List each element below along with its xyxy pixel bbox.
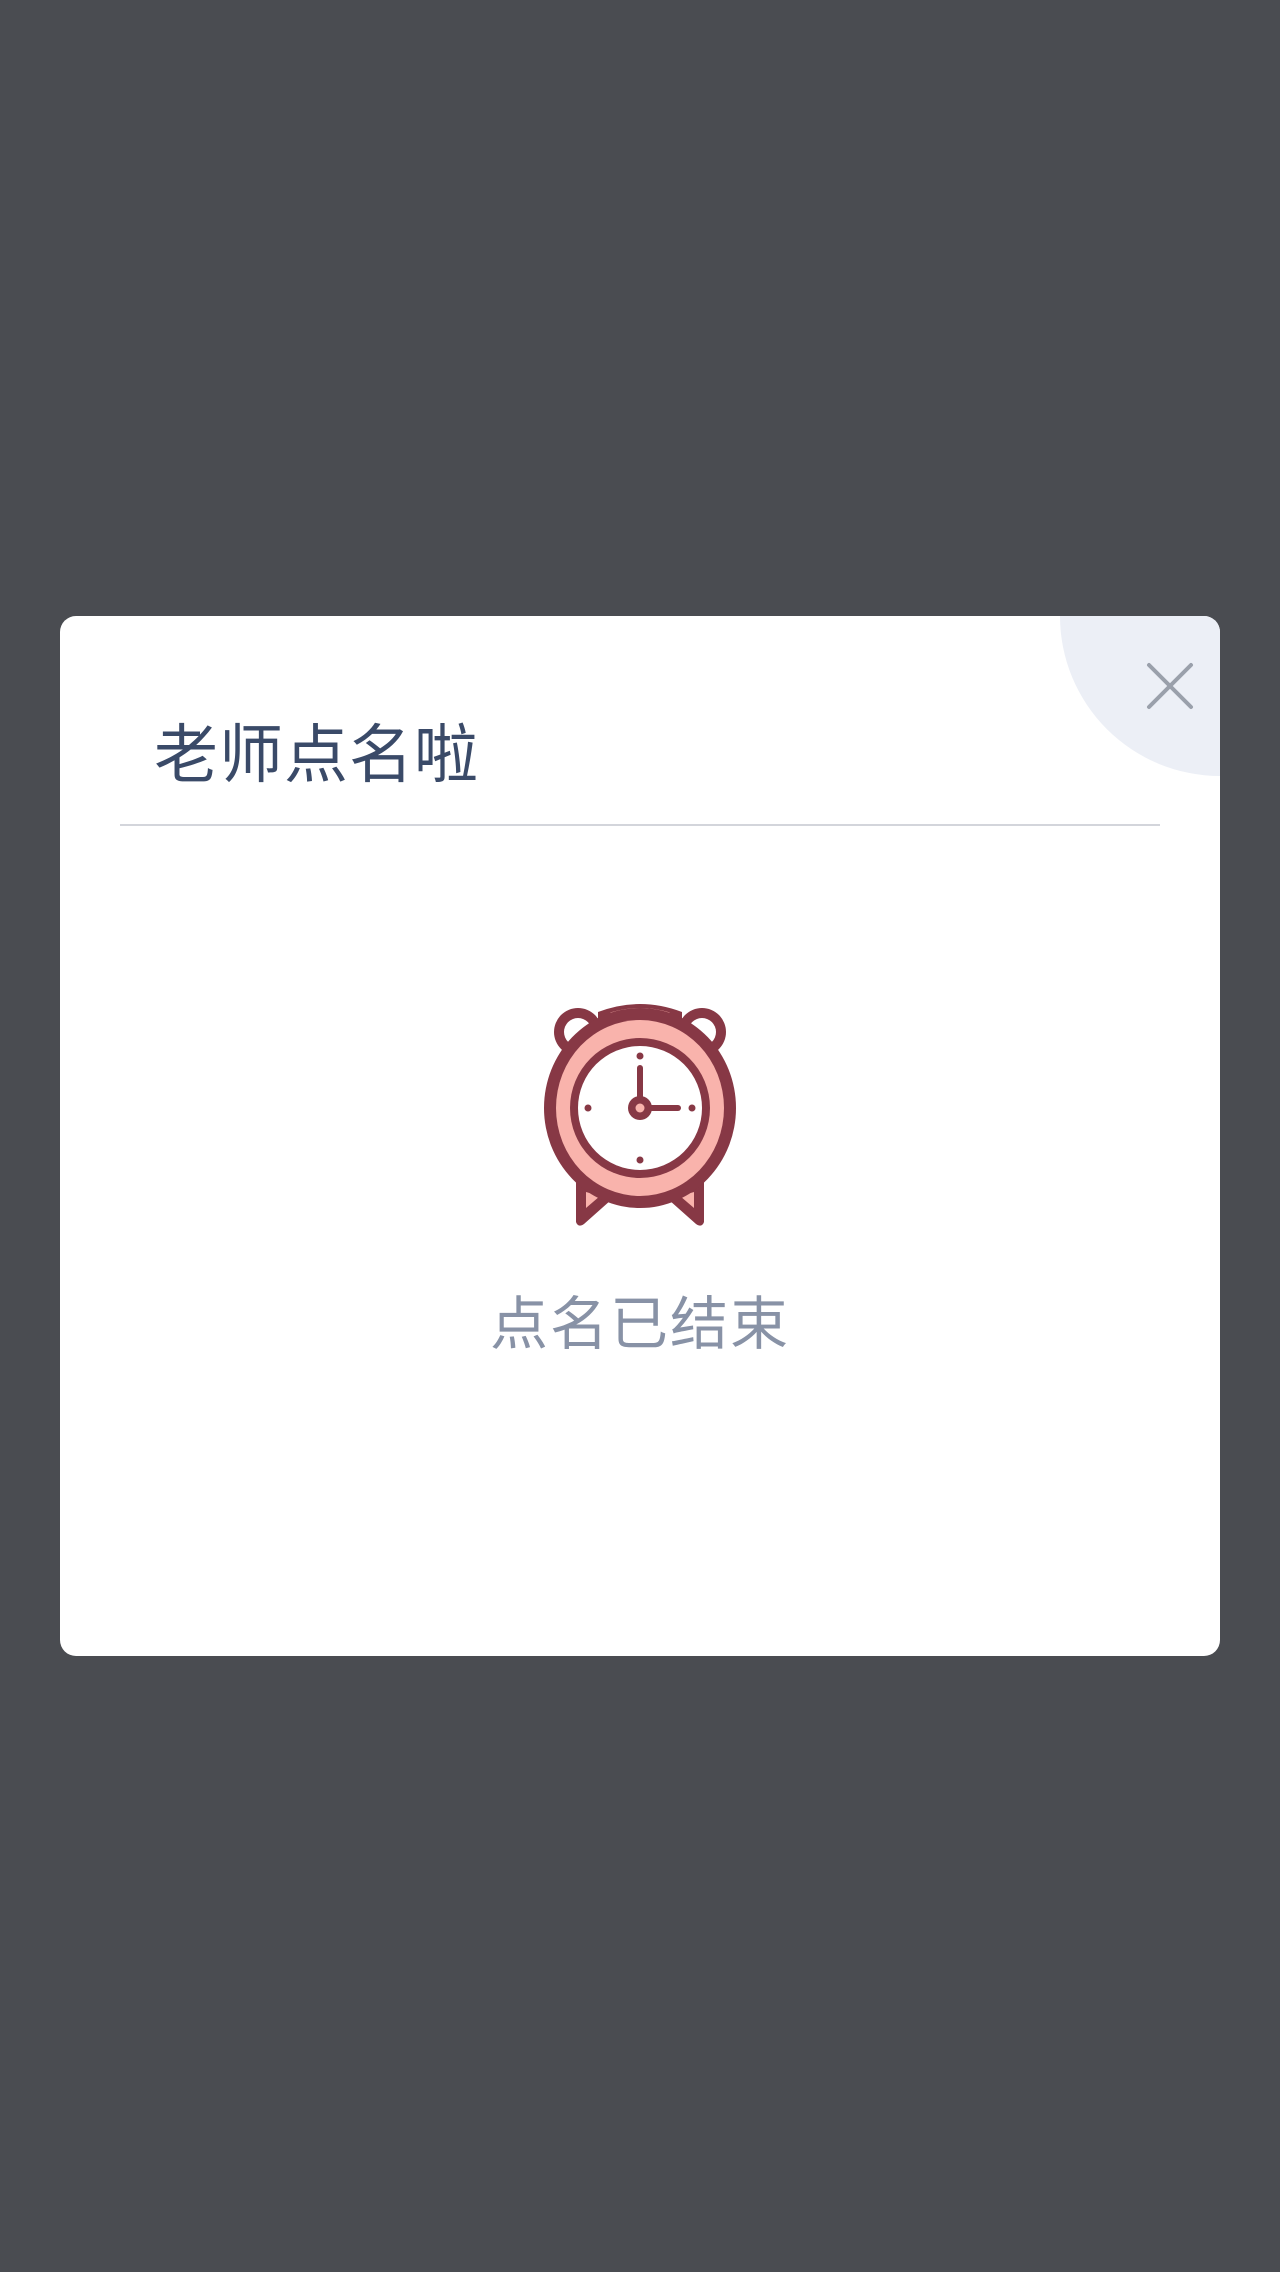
roll-call-dialog: 老师点名啦 点名已结束: [60, 616, 1220, 1656]
dialog-title: 老师点名啦: [154, 719, 479, 793]
close-button[interactable]: [1130, 646, 1210, 726]
title-divider: [120, 824, 1160, 826]
roll-call-status: 点名已结束: [489, 1290, 790, 1358]
alarm-clock-icon: [544, 1004, 736, 1226]
close-icon: [1147, 663, 1193, 709]
